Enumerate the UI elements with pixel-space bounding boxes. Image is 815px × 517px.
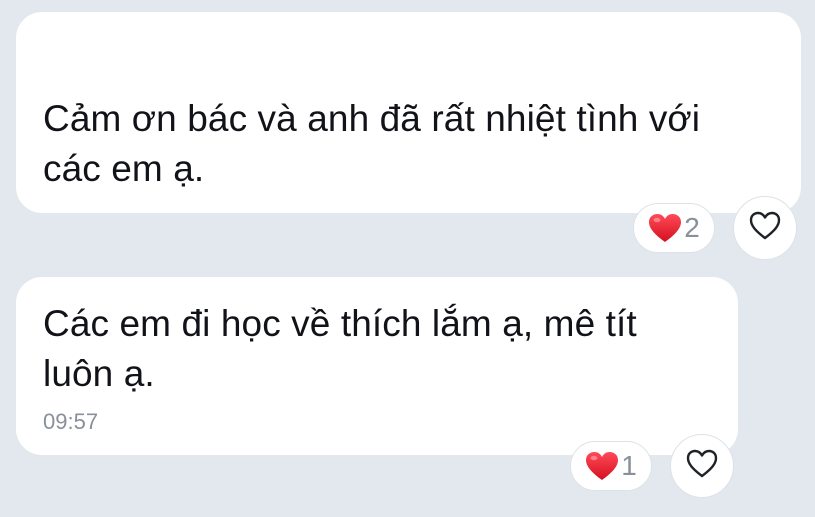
message-text-line: Cảm ơn bác và anh đã rất nhiệt tình với xyxy=(43,98,701,139)
reaction-count: 2 xyxy=(684,212,700,243)
red-heart-icon xyxy=(648,213,682,243)
reaction-summary[interactable]: 1 xyxy=(570,441,652,491)
react-button[interactable] xyxy=(733,196,797,260)
heart-outline-icon xyxy=(749,211,781,245)
message-bubble[interactable]: Cảm ơn bác và anh đã rất nhiệt tình với … xyxy=(16,12,801,213)
red-heart-icon xyxy=(585,451,619,481)
reaction-summary[interactable]: 2 xyxy=(633,203,715,253)
reaction-count: 1 xyxy=(621,450,637,481)
message-bubble[interactable]: Các em đi học về thích lắm ạ, mê tít luô… xyxy=(16,277,738,455)
message-text-line: luôn ạ. xyxy=(43,353,155,394)
react-button[interactable] xyxy=(670,434,734,498)
message-text-line: các em ạ. xyxy=(43,148,205,189)
message-text: Các em đi học về thích lắm ạ, mê tít luô… xyxy=(43,299,710,399)
heart-outline-icon xyxy=(686,449,718,483)
message-timestamp: 09:57 xyxy=(43,409,99,434)
message-text: Cảm ơn bác và anh đã rất nhiệt tình với … xyxy=(43,94,773,194)
message-text-line: Các em đi học về thích lắm ạ, mê tít xyxy=(43,303,637,344)
